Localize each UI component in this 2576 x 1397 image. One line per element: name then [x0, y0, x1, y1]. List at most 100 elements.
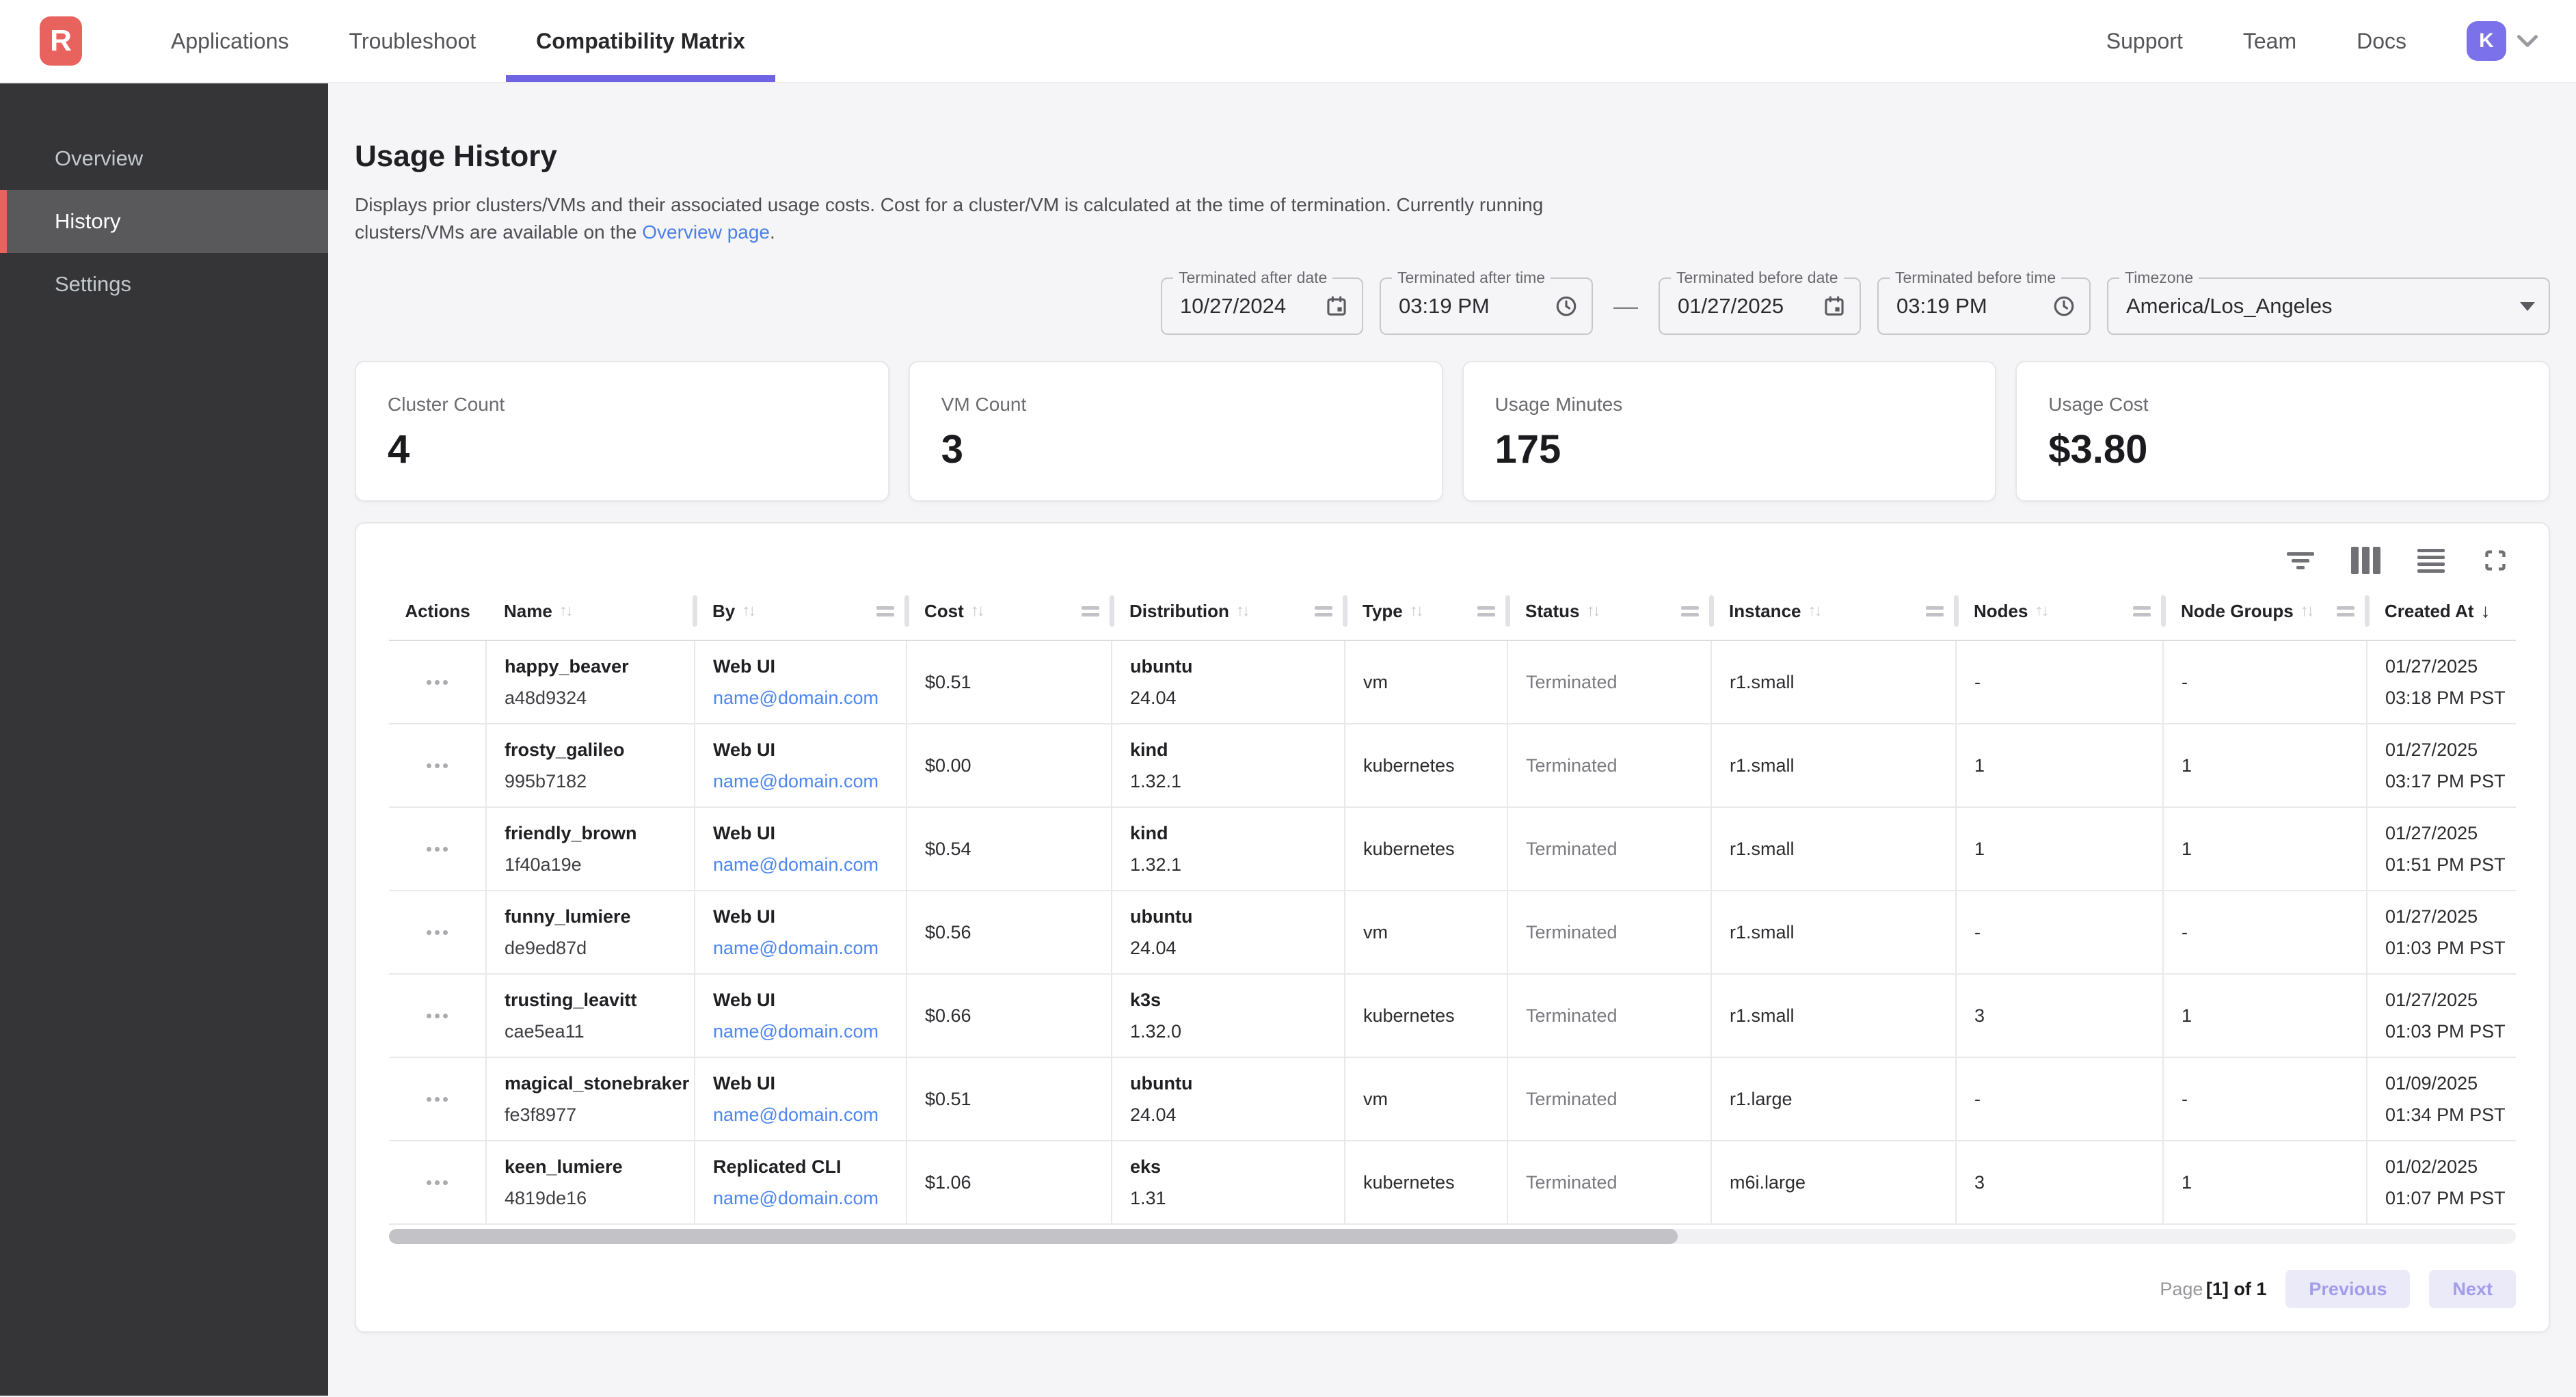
type-value: vm: [1363, 672, 1507, 693]
sidebar-item-history[interactable]: History: [0, 190, 328, 253]
columns-icon[interactable]: [2351, 547, 2380, 574]
tab-troubleshoot[interactable]: Troubleshoot: [319, 0, 507, 82]
created-by-source: Replicated CLI: [713, 1156, 906, 1178]
row-actions-button[interactable]: [427, 930, 448, 935]
timezone-select[interactable]: Timezone: [2107, 277, 2550, 335]
row-actions-button[interactable]: [427, 1014, 448, 1018]
created-date: 01/27/2025: [2385, 990, 2516, 1011]
cluster-name: happy_beaver: [505, 656, 694, 677]
instance-value: r1.small: [1730, 922, 1955, 943]
column-menu-icon[interactable]: [1926, 606, 1944, 616]
terminated-before-date-field[interactable]: Terminated before date: [1659, 277, 1861, 335]
created-date: 01/09/2025: [2385, 1073, 2516, 1094]
email-link[interactable]: name@domain.com: [713, 1104, 906, 1126]
terminated-after-date-input[interactable]: [1180, 294, 1319, 318]
column-header-name[interactable]: Name: [486, 582, 695, 640]
cost-value: $0.66: [925, 1005, 1111, 1027]
column-header-status[interactable]: Status: [1507, 582, 1711, 640]
user-menu[interactable]: K: [2467, 21, 2538, 61]
previous-button[interactable]: Previous: [2285, 1270, 2410, 1308]
column-menu-icon[interactable]: [1082, 606, 1099, 616]
clock-icon[interactable]: [2052, 295, 2076, 318]
column-header-nodes[interactable]: Nodes: [1956, 582, 2163, 640]
distribution-version: 1.31: [1130, 1188, 1344, 1209]
nodes-value: 1: [1974, 755, 2162, 776]
column-menu-icon[interactable]: [1477, 606, 1495, 616]
timezone-input[interactable]: [2126, 294, 2520, 318]
email-link[interactable]: name@domain.com: [713, 1021, 906, 1042]
column-header-cost[interactable]: Cost: [907, 582, 1112, 640]
row-actions-button[interactable]: [427, 847, 448, 852]
type-value: vm: [1363, 922, 1507, 943]
overview-page-link[interactable]: Overview page: [642, 221, 770, 243]
column-header-by[interactable]: By: [695, 582, 907, 640]
clock-icon[interactable]: [1555, 295, 1578, 318]
row-actions-button[interactable]: [427, 1097, 448, 1102]
node-groups-value: -: [2182, 1089, 2366, 1110]
email-link[interactable]: name@domain.com: [713, 938, 906, 959]
distribution-version: 24.04: [1130, 1104, 1344, 1126]
created-by-source: Web UI: [713, 656, 906, 677]
terminated-after-date-field[interactable]: Terminated after date: [1161, 277, 1363, 335]
instance-value: r1.small: [1730, 672, 1955, 693]
page-description-text: Displays prior clusters/VMs and their as…: [355, 194, 1543, 243]
date-range-separator: —: [1613, 292, 1638, 321]
terminated-before-date-input[interactable]: [1678, 294, 1817, 318]
column-header-node-groups[interactable]: Node Groups: [2163, 582, 2367, 640]
avatar[interactable]: K: [2467, 21, 2506, 61]
filter-icon[interactable]: [2287, 552, 2314, 569]
tab-compatibility-matrix[interactable]: Compatibility Matrix: [506, 0, 775, 82]
column-menu-icon[interactable]: [2337, 606, 2354, 616]
column-header-distribution[interactable]: Distribution: [1112, 582, 1345, 640]
row-actions-button[interactable]: [427, 680, 448, 685]
column-menu-icon[interactable]: [2133, 606, 2151, 616]
column-header-type[interactable]: Type: [1345, 582, 1507, 640]
row-actions-button[interactable]: [427, 1180, 448, 1185]
email-link[interactable]: name@domain.com: [713, 1188, 906, 1209]
terminated-before-date-label: Terminated before date: [1671, 269, 1844, 287]
row-actions-button[interactable]: [427, 763, 448, 768]
email-link[interactable]: name@domain.com: [713, 771, 906, 792]
next-button[interactable]: Next: [2429, 1270, 2516, 1308]
cluster-name: frosty_galileo: [505, 740, 694, 761]
scrollbar-thumb[interactable]: [389, 1229, 1678, 1244]
stat-card-cluster-count: Cluster Count 4: [355, 361, 889, 502]
table-row: frosty_galileo995b7182 Web UIname@domain…: [389, 724, 2516, 807]
calendar-icon[interactable]: [1325, 295, 1348, 318]
column-menu-icon[interactable]: [1681, 606, 1699, 616]
table-row: keen_lumiere4819de16 Replicated CLIname@…: [389, 1141, 2516, 1224]
sort-icon: [1410, 601, 1422, 621]
table-row: happy_beavera48d9324 Web UIname@domain.c…: [389, 640, 2516, 724]
stat-value: $3.80: [2048, 426, 2549, 472]
timezone-label: Timezone: [2119, 269, 2199, 287]
tab-applications[interactable]: Applications: [141, 0, 319, 82]
node-groups-value: -: [2182, 672, 2366, 693]
terminated-before-time-field[interactable]: Terminated before time: [1877, 277, 2091, 335]
cluster-name: friendly_brown: [505, 823, 694, 844]
calendar-icon[interactable]: [1823, 295, 1846, 318]
sidebar-item-settings[interactable]: Settings: [0, 253, 328, 316]
created-time: 03:17 PM PST: [2385, 771, 2516, 792]
fullscreen-icon[interactable]: [2482, 547, 2509, 574]
terminated-after-time-field[interactable]: Terminated after time: [1380, 277, 1593, 335]
sidebar-item-overview[interactable]: Overview: [0, 127, 328, 190]
cluster-id: de9ed87d: [505, 938, 694, 959]
column-header-instance[interactable]: Instance: [1711, 582, 1956, 640]
density-icon[interactable]: [2417, 549, 2445, 573]
email-link[interactable]: name@domain.com: [713, 854, 906, 876]
terminated-before-time-input[interactable]: [1896, 294, 2047, 318]
nav-link-support[interactable]: Support: [2106, 29, 2183, 54]
table-row: friendly_brown1f40a19e Web UIname@domain…: [389, 807, 2516, 891]
sort-icon: [971, 601, 983, 621]
email-link[interactable]: name@domain.com: [713, 688, 906, 709]
nav-link-team[interactable]: Team: [2243, 29, 2296, 54]
column-menu-icon[interactable]: [876, 606, 894, 616]
column-menu-icon[interactable]: [1315, 606, 1332, 616]
pagination: Page [1] of 1 Previous Next: [389, 1270, 2516, 1308]
nav-link-docs[interactable]: Docs: [2357, 29, 2406, 54]
column-header-created-at[interactable]: Created At: [2367, 582, 2516, 640]
sort-icon: [1586, 601, 1598, 621]
stat-label: Usage Minutes: [1495, 394, 1996, 416]
terminated-after-time-input[interactable]: [1399, 294, 1549, 318]
horizontal-scrollbar[interactable]: [389, 1229, 2516, 1244]
